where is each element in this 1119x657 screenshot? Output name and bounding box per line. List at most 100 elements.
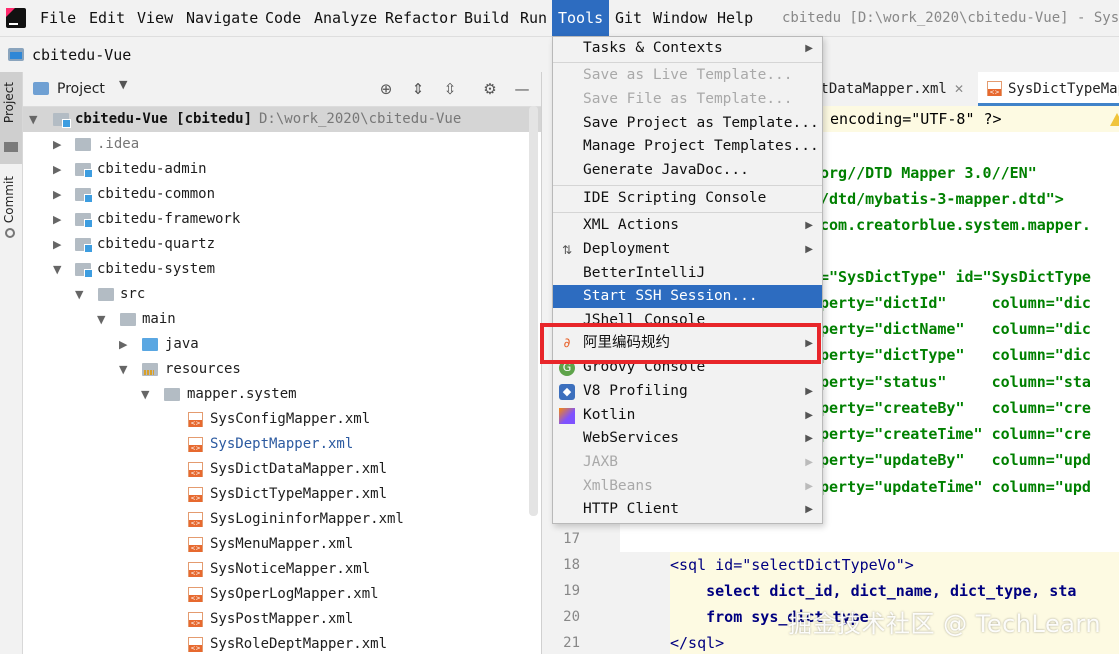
code-line: perty="createTime" column="cre — [820, 425, 1091, 443]
tree-item-label: cbitedu-Vue [cbitedu] — [75, 111, 253, 127]
line-number: 18 — [563, 557, 580, 573]
menu-item-deployment[interactable]: ⇅ Deployment ▶ — [553, 238, 822, 261]
menu-git[interactable]: Git — [615, 0, 642, 36]
project-tab-label: Project — [2, 82, 16, 124]
code-line: </sql> — [670, 634, 725, 652]
menu-bar: File Edit View Navigate Code Analyze Ref… — [0, 0, 1119, 36]
menu-item-manage-templates[interactable]: Manage Project Templates... — [553, 135, 822, 158]
line-number: 17 — [563, 531, 580, 547]
tree-item-label: cbitedu-admin — [97, 161, 207, 177]
menu-item-ide-scripting-console[interactable]: IDE Scripting Console — [553, 187, 822, 210]
expand-all-icon[interactable]: ⇕ — [409, 80, 427, 98]
xml-file-icon — [188, 612, 203, 627]
v8-icon: ◆ — [559, 384, 575, 400]
tab-label: ctDataMapper.xml — [812, 81, 947, 97]
submenu-arrow-icon: ▶ — [805, 481, 813, 492]
commit-tool-tab[interactable]: Commit — [0, 172, 22, 242]
line-number: 19 — [563, 583, 580, 599]
tree-item-label: SysConfigMapper.xml — [210, 411, 371, 427]
submenu-arrow-icon: ▶ — [805, 386, 813, 397]
tree-item-label: SysDictTypeMapper.xml — [210, 486, 388, 502]
chevron-right-icon[interactable]: ▶ — [53, 157, 65, 182]
chevron-down-icon[interactable]: ▼ — [141, 382, 153, 407]
menu-item-start-ssh-session[interactable]: Start SSH Session... — [553, 285, 822, 308]
menu-item-v8-profiling[interactable]: ◆ V8 Profiling ▶ — [553, 380, 822, 403]
chevron-down-icon[interactable]: ▼ — [75, 282, 87, 307]
menu-separator — [553, 212, 822, 213]
code-line: perty="status" column="sta — [820, 373, 1091, 391]
menu-item-webservices[interactable]: WebServices ▶ — [553, 427, 822, 450]
menu-item-xml-actions[interactable]: XML Actions ▶ — [553, 214, 822, 237]
tree-item-label: mapper.system — [187, 386, 297, 402]
menu-file[interactable]: File — [40, 0, 76, 36]
tree-item-label: cbitedu-framework — [97, 211, 241, 227]
xml-file-icon — [188, 487, 203, 502]
menu-item-generate-javadoc[interactable]: Generate JavaDoc... — [553, 159, 822, 182]
xml-file-icon — [188, 462, 203, 477]
chevron-right-icon[interactable]: ▶ — [119, 332, 131, 357]
chevron-right-icon[interactable]: ▶ — [53, 232, 65, 257]
warning-icon[interactable] — [1110, 113, 1119, 126]
chevron-down-icon[interactable]: ▼ — [53, 257, 65, 282]
tab-dict-data-mapper[interactable]: ctDataMapper.xml ✕ — [812, 72, 970, 106]
menu-window[interactable]: Window — [653, 0, 707, 36]
xml-file-icon — [188, 562, 203, 577]
chevron-right-icon[interactable]: ▶ — [53, 182, 65, 207]
project-panel-header: Project ▼ ⊕ ⇕ ⇳ ⚙ — — [23, 72, 541, 107]
menu-item-save-live-template: Save as Live Template... — [583, 67, 793, 83]
folder-icon — [120, 313, 136, 326]
collapse-all-icon[interactable]: ⇳ — [441, 80, 459, 98]
tab-label: SysDictTypeMap — [1008, 81, 1119, 97]
submenu-arrow-icon: ▶ — [805, 410, 813, 421]
tree-item-label: java — [165, 336, 199, 352]
menu-help[interactable]: Help — [717, 0, 753, 36]
chevron-down-icon[interactable]: ▼ — [119, 357, 131, 382]
code-line: ="SysDictType" id="SysDictType — [820, 268, 1091, 286]
source-folder-icon — [142, 338, 158, 351]
folder-icon — [98, 288, 114, 301]
chevron-right-icon[interactable]: ▶ — [53, 132, 65, 157]
project-panel-title[interactable]: Project — [57, 72, 105, 106]
tab-dict-type-mapper[interactable]: SysDictTypeMap — [978, 72, 1119, 106]
submenu-arrow-icon: ▶ — [805, 433, 813, 444]
project-folder-icon — [8, 48, 24, 61]
menu-analyze[interactable]: Analyze — [314, 0, 377, 36]
tree-item-label: .idea — [97, 136, 140, 152]
chevron-down-icon[interactable]: ▼ — [119, 78, 127, 91]
chevron-down-icon[interactable]: ▼ — [97, 307, 109, 332]
close-icon[interactable]: ✕ — [954, 72, 964, 106]
project-tab-icon — [4, 142, 18, 152]
menu-item-tasks-contexts[interactable]: Tasks & Contexts ▶ — [553, 37, 822, 60]
tree-item-label: SysDictDataMapper.xml — [210, 461, 388, 477]
menu-separator — [553, 62, 822, 63]
locate-icon[interactable]: ⊕ — [377, 80, 395, 98]
tree-item-label: SysLogininforMapper.xml — [210, 511, 404, 527]
chevron-down-icon[interactable]: ▼ — [29, 107, 41, 132]
menu-build[interactable]: Build — [464, 0, 509, 36]
menu-run[interactable]: Run — [520, 0, 547, 36]
project-panel-scrollbar[interactable] — [529, 106, 538, 516]
menu-item-save-project-template[interactable]: Save Project as Template... — [553, 112, 822, 135]
commit-tab-label: Commit — [2, 176, 16, 224]
menu-item-kotlin[interactable]: Kotlin ▶ — [553, 404, 822, 427]
menu-navigate[interactable]: Navigate — [186, 0, 258, 36]
code-line: <sql id="selectDictTypeVo"> — [670, 556, 914, 574]
project-tool-tab[interactable]: Project — [0, 72, 22, 164]
xml-file-icon — [188, 637, 203, 652]
menu-item-betterintellij[interactable]: BetterIntelliJ — [553, 262, 822, 285]
gear-icon[interactable]: ⚙ — [481, 80, 499, 98]
project-name[interactable]: cbitedu-Vue — [32, 37, 131, 73]
menu-view[interactable]: View — [137, 0, 173, 36]
menu-edit[interactable]: Edit — [89, 0, 125, 36]
menu-tools[interactable]: Tools — [552, 0, 610, 36]
resources-folder-icon — [142, 363, 158, 376]
menu-item-http-client[interactable]: HTTP Client ▶ — [553, 498, 822, 521]
tree-item-root[interactable]: ▼ cbitedu-Vue [cbitedu] D:\work_2020\cbi… — [23, 107, 541, 132]
menu-item-save-file-template: Save File as Template... — [583, 91, 793, 107]
chevron-right-icon[interactable]: ▶ — [53, 207, 65, 232]
hide-panel-icon[interactable]: — — [513, 80, 531, 98]
code-line: org//DTD Mapper 3.0//EN" — [820, 164, 1037, 182]
menu-code[interactable]: Code — [265, 0, 301, 36]
menu-refactor[interactable]: Refactor — [385, 0, 457, 36]
module-folder-icon — [53, 113, 71, 128]
